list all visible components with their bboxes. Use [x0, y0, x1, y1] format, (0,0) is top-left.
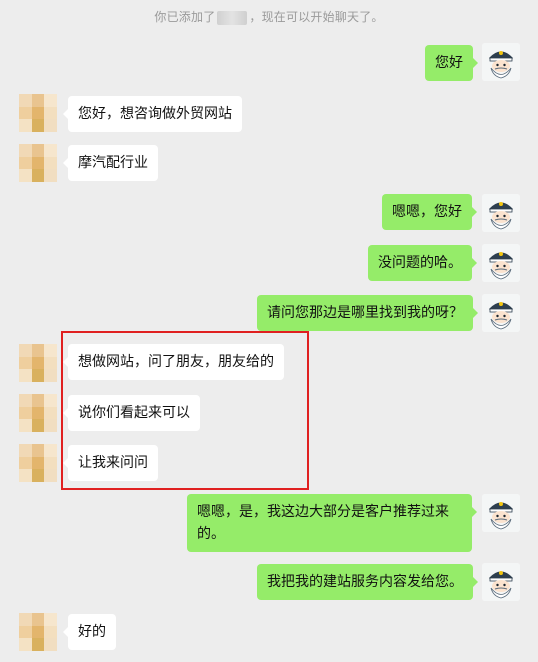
- message-bubble-sent[interactable]: 请问您那边是哪里找到我的呀？: [257, 295, 478, 331]
- self-avatar[interactable]: [482, 194, 520, 232]
- message-bubble-received[interactable]: 摩汽配行业: [63, 145, 158, 181]
- blurred-contact-name: [217, 10, 248, 25]
- captain-avatar-icon: [482, 563, 520, 601]
- contact-avatar[interactable]: [19, 613, 57, 651]
- contact-avatar[interactable]: [19, 394, 57, 432]
- message-bubble-received[interactable]: 您好，想咨询做外贸网站: [63, 96, 242, 132]
- message-bubble-sent[interactable]: 您好: [425, 45, 478, 81]
- self-avatar[interactable]: [482, 494, 520, 532]
- message-bubble-sent[interactable]: 嗯嗯，是，我这边大部分是客户推荐过来的。: [187, 494, 477, 552]
- captain-avatar-icon: [482, 43, 520, 81]
- message-bubble-sent[interactable]: 嗯嗯，您好: [382, 194, 477, 230]
- system-notice-prefix: 你已添加了: [154, 10, 216, 24]
- system-notice-suffix: ，现在可以开始聊天了。: [249, 10, 384, 24]
- self-avatar[interactable]: [482, 563, 520, 601]
- contact-avatar[interactable]: [19, 94, 57, 132]
- contact-avatar[interactable]: [19, 344, 57, 382]
- captain-avatar-icon: [482, 294, 520, 332]
- message-bubble-sent[interactable]: 没问题的哈。: [368, 245, 477, 281]
- captain-avatar-icon: [482, 494, 520, 532]
- captain-avatar-icon: [482, 244, 520, 282]
- contact-avatar[interactable]: [19, 144, 57, 182]
- contact-avatar[interactable]: [19, 444, 57, 482]
- self-avatar[interactable]: [482, 43, 520, 81]
- message-bubble-sent[interactable]: 我把我的建站服务内容发给您。: [257, 564, 478, 600]
- system-notice: 你已添加了 ，现在可以开始聊天了。: [0, 8, 538, 25]
- captain-avatar-icon: [482, 194, 520, 232]
- self-avatar[interactable]: [482, 294, 520, 332]
- message-bubble-received[interactable]: 好的: [63, 614, 116, 650]
- highlight-box: [61, 331, 309, 490]
- self-avatar[interactable]: [482, 244, 520, 282]
